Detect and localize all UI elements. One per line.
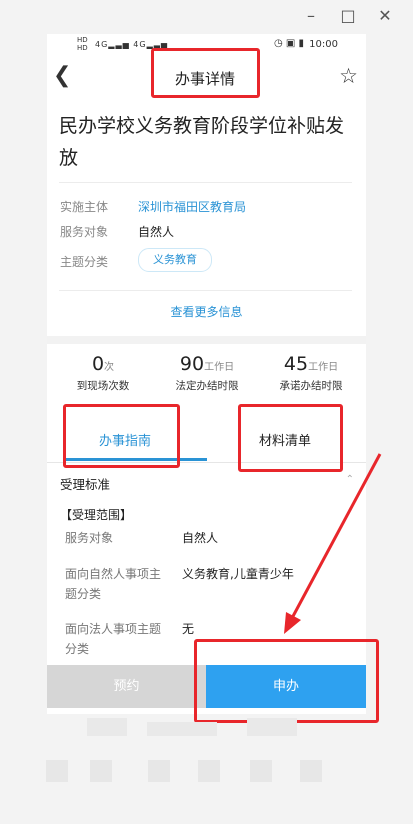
blur-block xyxy=(247,718,297,736)
arrow-shaft xyxy=(289,453,382,621)
blurred-icon xyxy=(198,760,220,782)
blurred-icon xyxy=(46,760,68,782)
blurred-icon xyxy=(90,760,112,782)
blur-block xyxy=(87,718,127,736)
blur-block xyxy=(147,722,217,736)
blurred-icon xyxy=(148,760,170,782)
blurred-icon xyxy=(250,760,272,782)
blurred-area xyxy=(47,714,366,744)
annotation-arrow xyxy=(284,453,382,634)
blurred-icon xyxy=(300,760,322,782)
